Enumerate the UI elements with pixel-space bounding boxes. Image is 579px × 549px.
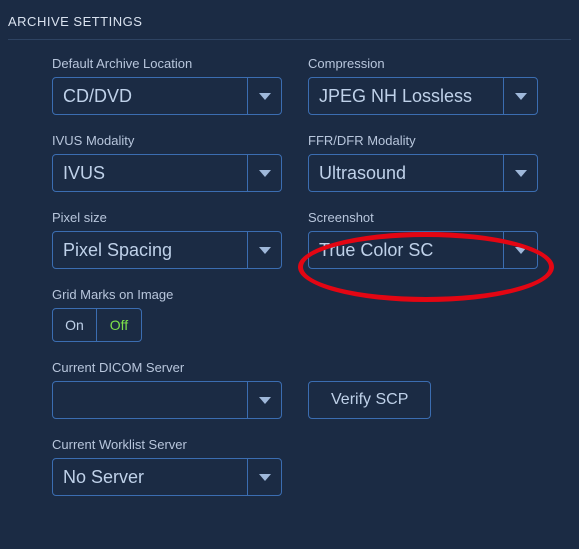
chevron-down-icon[interactable] <box>247 232 281 268</box>
dropdown-value: JPEG NH Lossless <box>309 78 503 114</box>
label-default-archive-location: Default Archive Location <box>52 56 282 71</box>
toggle-on[interactable]: On <box>53 309 97 341</box>
label-ivus-modality: IVUS Modality <box>52 133 282 148</box>
dropdown-compression[interactable]: JPEG NH Lossless <box>308 77 538 115</box>
dropdown-screenshot[interactable]: True Color SC <box>308 231 538 269</box>
dropdown-default-archive-location[interactable]: CD/DVD <box>52 77 282 115</box>
dropdown-value: Pixel Spacing <box>53 232 247 268</box>
dropdown-pixel-size[interactable]: Pixel Spacing <box>52 231 282 269</box>
label-screenshot: Screenshot <box>308 210 538 225</box>
chevron-down-icon[interactable] <box>503 232 537 268</box>
chevron-down-icon[interactable] <box>247 78 281 114</box>
dropdown-ffr-dfr-modality[interactable]: Ultrasound <box>308 154 538 192</box>
chevron-down-icon[interactable] <box>247 382 281 418</box>
chevron-down-icon[interactable] <box>247 459 281 495</box>
label-current-dicom-server: Current DICOM Server <box>52 360 282 375</box>
label-grid-marks: Grid Marks on Image <box>52 287 538 302</box>
verify-scp-button[interactable]: Verify SCP <box>308 381 431 419</box>
label-compression: Compression <box>308 56 538 71</box>
chevron-down-icon[interactable] <box>503 155 537 191</box>
dropdown-value <box>53 382 247 418</box>
dropdown-ivus-modality[interactable]: IVUS <box>52 154 282 192</box>
dropdown-value: Ultrasound <box>309 155 503 191</box>
dropdown-value: CD/DVD <box>53 78 247 114</box>
dropdown-value: True Color SC <box>309 232 503 268</box>
toggle-grid-marks[interactable]: On Off <box>52 308 142 342</box>
dropdown-current-dicom-server[interactable] <box>52 381 282 419</box>
chevron-down-icon[interactable] <box>503 78 537 114</box>
chevron-down-icon[interactable] <box>247 155 281 191</box>
divider <box>8 39 571 40</box>
toggle-off[interactable]: Off <box>97 309 141 341</box>
dropdown-value: IVUS <box>53 155 247 191</box>
label-pixel-size: Pixel size <box>52 210 282 225</box>
section-title: ARCHIVE SETTINGS <box>8 14 571 29</box>
dropdown-current-worklist-server[interactable]: No Server <box>52 458 282 496</box>
dropdown-value: No Server <box>53 459 247 495</box>
label-current-worklist-server: Current Worklist Server <box>52 437 282 452</box>
label-ffr-dfr-modality: FFR/DFR Modality <box>308 133 538 148</box>
